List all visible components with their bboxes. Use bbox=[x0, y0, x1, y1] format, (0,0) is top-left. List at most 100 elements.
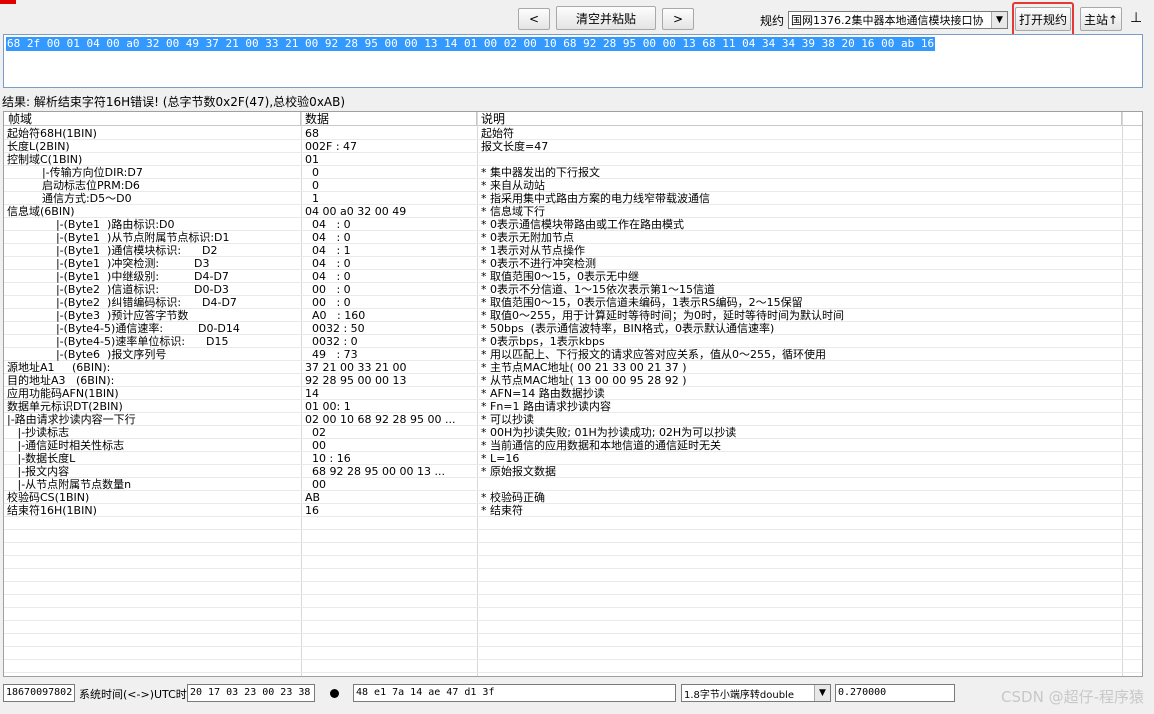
cell-description: * 用以匹配上、下行报文的请求应答对应关系，值从0～255，循环使用 bbox=[481, 348, 826, 361]
table-row[interactable]: 启动标志位PRM:D6 0 * 来自从动站 bbox=[4, 179, 1142, 192]
cell-field: |-(Byte1 )通信模块标识: D2 bbox=[7, 244, 218, 257]
cell-field: |-报文内容 bbox=[7, 465, 70, 478]
cell-field: |-(Byte1 )路由标识:D0 bbox=[7, 218, 175, 231]
main-station-button[interactable]: 主站↑ bbox=[1080, 7, 1122, 31]
time-label: 系统时间(<->)UTC时间 bbox=[79, 688, 198, 701]
cell-description: * 校验码正确 bbox=[481, 491, 545, 504]
cell-field: |-(Byte3 )预计应答字节数 bbox=[7, 309, 189, 322]
table-row[interactable]: |-报文内容 68 92 28 95 00 00 13 ... * 原始报文数据 bbox=[4, 465, 1142, 478]
parse-result-text: 结果: 解析结束字符16H错误! (总字节数0x2F(47),总校验0xAB) bbox=[2, 95, 346, 109]
table-row[interactable]: 起始符68H(1BIN) 68 起始符 bbox=[4, 127, 1142, 140]
next-button[interactable]: > bbox=[662, 8, 694, 30]
cell-field: |-(Byte2 )纠错编码标识: D4-D7 bbox=[7, 296, 237, 309]
cell-data: 02 bbox=[305, 426, 326, 439]
cell-description: * 集中器发出的下行报文 bbox=[481, 166, 600, 179]
status-dot-icon bbox=[330, 689, 339, 698]
window-edge bbox=[1143, 34, 1154, 680]
table-row[interactable]: |-(Byte4-5)通信速率: D0-D14 0032 : 50 * 50bps… bbox=[4, 322, 1142, 335]
cell-data: 68 92 28 95 00 00 13 ... bbox=[305, 465, 445, 478]
cell-description: * 取值0～255，用于计算延时等待时间；为0时，延时等待时间为默认时间 bbox=[481, 309, 844, 322]
table-row[interactable]: 源地址A1 (6BIN): 37 21 00 33 21 00 * 主节点MAC地址… bbox=[4, 361, 1142, 374]
table-row[interactable]: |-路由请求抄读内容一下行 02 00 10 68 92 28 95 00 ...… bbox=[4, 413, 1142, 426]
cell-data: 0 bbox=[305, 179, 319, 192]
cell-description: * 结束符 bbox=[481, 504, 523, 517]
cell-data: 002F : 47 bbox=[305, 140, 358, 153]
time-value-field[interactable]: 20 17 03 23 00 23 38 bbox=[187, 684, 315, 702]
prev-button[interactable]: < bbox=[518, 8, 550, 30]
pin-icon[interactable]: ⊥ bbox=[1130, 10, 1142, 26]
cell-data: 04 : 0 bbox=[305, 270, 351, 283]
column-header-field[interactable]: 帧域 bbox=[4, 112, 301, 126]
table-row[interactable]: |-(Byte2 )信道标识: D0-D3 00 : 0 * 0表示不分信道、1～… bbox=[4, 283, 1142, 296]
cell-description: * 取值范围0～15，0表示无中继 bbox=[481, 270, 639, 283]
column-header-description[interactable]: 说明 bbox=[477, 112, 1122, 126]
cell-data: 04 : 0 bbox=[305, 257, 351, 270]
cell-field: 通信方式:D5～D0 bbox=[7, 192, 132, 205]
protocol-label: 规约 bbox=[760, 14, 785, 28]
cell-description: 起始符 bbox=[481, 127, 514, 140]
table-row[interactable]: |-(Byte1 )中继级别: D4-D7 04 : 0 * 取值范围0～15，0… bbox=[4, 270, 1142, 283]
cell-field: |-抄读标志 bbox=[7, 426, 70, 439]
cell-description: * 0表示通信模块带路由或工作在路由模式 bbox=[481, 218, 684, 231]
phone-field[interactable]: 18670097802 bbox=[3, 684, 75, 702]
table-row[interactable]: |-(Byte3 )预计应答字节数 A0 : 160 * 取值0～255，用于计算… bbox=[4, 309, 1142, 322]
table-row[interactable]: 长度L(2BIN) 002F : 47 报文长度=47 bbox=[4, 140, 1142, 153]
table-row[interactable]: 数据单元标识DT(2BIN) 01 00: 1 * Fn=1 路由请求抄读内容 bbox=[4, 400, 1142, 413]
table-row[interactable]: |-从节点附属节点数量n 00 bbox=[4, 478, 1142, 491]
cell-data: 00 : 0 bbox=[305, 296, 351, 309]
cell-data: 04 : 0 bbox=[305, 218, 351, 231]
table-row[interactable]: |-(Byte2 )纠错编码标识: D4-D7 00 : 0 * 取值范围0～15… bbox=[4, 296, 1142, 309]
table-row[interactable]: 结束符16H(1BIN) 16 * 结束符 bbox=[4, 504, 1142, 517]
table-row[interactable]: |-抄读标志 02 * 00H为抄读失败; 01H为抄读成功; 02H为可以抄读 bbox=[4, 426, 1142, 439]
cell-data: 92 28 95 00 00 13 bbox=[305, 374, 407, 387]
cell-description: * 0表示bps，1表示kbps bbox=[481, 335, 605, 348]
table-row[interactable]: |-(Byte6 )报文序列号 49 : 73 * 用以匹配上、下行报文的请求应答… bbox=[4, 348, 1142, 361]
frame-parse-grid[interactable]: 帧域 数据 说明 起始符68H(1BIN) 68 起始符 长度L(2BIN) 002F … bbox=[3, 111, 1143, 677]
cell-description bbox=[481, 153, 1121, 166]
cell-data: 0 bbox=[305, 166, 319, 179]
cell-data: 14 bbox=[305, 387, 319, 400]
table-row[interactable]: 校验码CS(1BIN) AB * 校验码正确 bbox=[4, 491, 1142, 504]
table-row[interactable]: |-(Byte4-5)速率单位标识: D15 0032 : 0 * 0表示bps，… bbox=[4, 335, 1142, 348]
raw-hex-input[interactable]: 68 2f 00 01 04 00 a0 32 00 49 37 21 00 3… bbox=[3, 34, 1143, 88]
cell-description: * 主节点MAC地址( 00 21 33 00 21 37 ) bbox=[481, 361, 687, 374]
table-row[interactable]: |-通信延时相关性标志 00 * 当前通信的应用数据和本地信道的通信延时无关 bbox=[4, 439, 1142, 452]
column-header-data[interactable]: 数据 bbox=[301, 112, 477, 126]
clear-and-paste-button[interactable]: 清空并粘贴 bbox=[556, 6, 656, 30]
table-row[interactable]: 通信方式:D5～D0 1 * 指采用集中式路由方案的电力线窄带载波通信 bbox=[4, 192, 1142, 205]
table-row[interactable]: 应用功能码AFN(1BIN) 14 * AFN=14 路由数据抄读 bbox=[4, 387, 1142, 400]
table-row[interactable]: |-数据长度L 10 : 16 * L=16 bbox=[4, 452, 1142, 465]
cell-field: 目的地址A3 (6BIN): bbox=[7, 374, 115, 387]
cell-description: * 当前通信的应用数据和本地信道的通信延时无关 bbox=[481, 439, 721, 452]
cell-field: 控制域C(1BIN) bbox=[7, 153, 83, 166]
cell-data: 00 bbox=[305, 478, 326, 491]
protocol-select-value: 国网1376.2集中器本地通信模块接口协 bbox=[791, 14, 984, 27]
cell-data: 00 bbox=[305, 439, 326, 452]
cell-description: * 可以抄读 bbox=[481, 413, 534, 426]
table-row[interactable]: |-(Byte1 )冲突检测: D3 04 : 0 * 0表示不进行冲突检测 bbox=[4, 257, 1142, 270]
table-row[interactable]: 目的地址A3 (6BIN): 92 28 95 00 00 13 * 从节点MAC地… bbox=[4, 374, 1142, 387]
cell-field: |-路由请求抄读内容一下行 bbox=[7, 413, 136, 426]
cell-description: * 00H为抄读失败; 01H为抄读成功; 02H为可以抄读 bbox=[481, 426, 737, 439]
status-bar: 18670097802 系统时间(<->)UTC时间 20 17 03 23 0… bbox=[0, 681, 1154, 714]
cell-description: * 取值范围0～15，0表示信道未编码，1表示RS编码，2～15保留 bbox=[481, 296, 803, 309]
cell-description: * 0表示不分信道、1～15依次表示第1～15信道 bbox=[481, 283, 715, 296]
chevron-down-icon: ▼ bbox=[991, 12, 1007, 28]
cell-description: * L=16 bbox=[481, 452, 520, 465]
convert-mode-select[interactable]: 1.8字节小端序转double ▼ bbox=[681, 684, 831, 702]
table-row[interactable]: |-(Byte1 )通信模块标识: D2 04 : 1 * 1表示对从节点操作 bbox=[4, 244, 1142, 257]
double-value-field[interactable]: 0.270000 bbox=[835, 684, 955, 702]
cell-field: |-(Byte1 )从节点附属节点标识:D1 bbox=[7, 231, 230, 244]
cell-data: A0 : 160 bbox=[305, 309, 366, 322]
table-row[interactable]: |-(Byte1 )从节点附属节点标识:D1 04 : 0 * 0表示无附加节点 bbox=[4, 231, 1142, 244]
protocol-select[interactable]: 国网1376.2集中器本地通信模块接口协 ▼ bbox=[788, 11, 1008, 29]
table-row[interactable]: |-(Byte1 )路由标识:D0 04 : 0 * 0表示通信模块带路由或工作在… bbox=[4, 218, 1142, 231]
table-row[interactable]: 控制域C(1BIN) 01 bbox=[4, 153, 1142, 166]
table-row[interactable]: |-传输方向位DIR:D7 0 * 集中器发出的下行报文 bbox=[4, 166, 1142, 179]
cell-data: 01 bbox=[305, 153, 319, 166]
cell-description: * 原始报文数据 bbox=[481, 465, 556, 478]
cell-field: |-(Byte1 )冲突检测: D3 bbox=[7, 257, 210, 270]
cell-field: |-(Byte4-5)通信速率: D0-D14 bbox=[7, 322, 240, 335]
table-row[interactable]: 信息域(6BIN) 04 00 a0 32 00 49 * 信息域下行 bbox=[4, 205, 1142, 218]
hex-value-field[interactable]: 48 e1 7a 14 ae 47 d1 3f bbox=[353, 684, 676, 702]
